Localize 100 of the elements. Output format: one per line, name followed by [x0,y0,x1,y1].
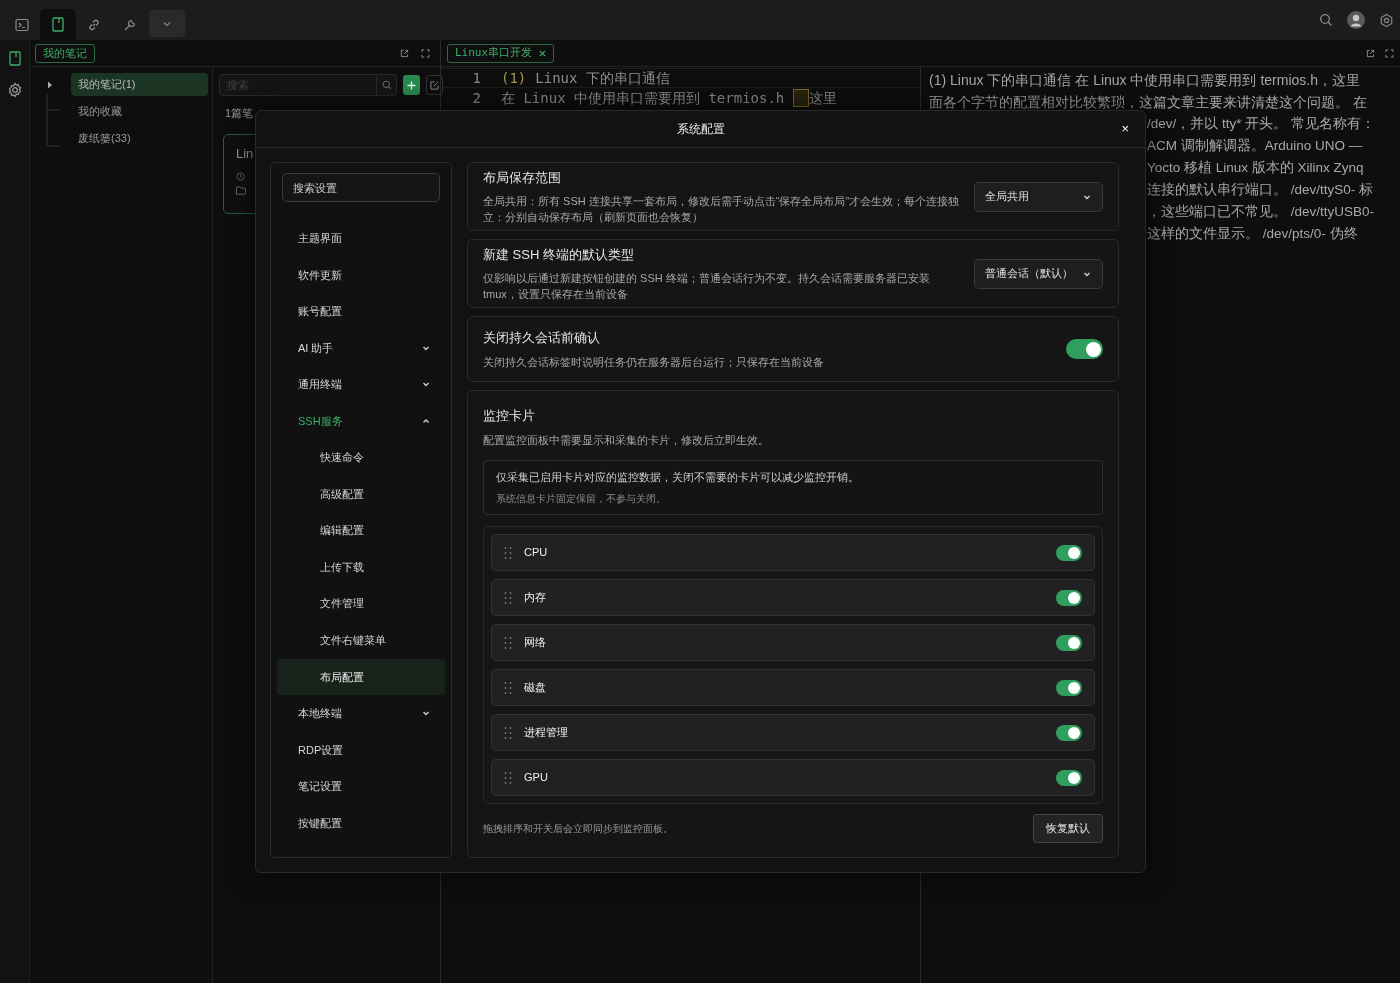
nav-subitem[interactable]: 文件管理 [277,585,445,622]
preview-text-line: /dev/，并以 tty* 开头。 常见名称有： [1147,115,1376,133]
drag-handle-icon[interactable] [504,726,512,739]
drag-handle-icon[interactable] [504,636,512,649]
card-label: GPU [524,770,549,786]
toggle-switch[interactable] [1056,769,1082,786]
dropdown-select[interactable]: 全局共用 [974,181,1103,212]
toggle-switch[interactable] [1056,589,1082,606]
monitor-card-row[interactable]: GPU [491,759,1095,796]
note-count: 1篇笔 [224,106,255,121]
line-number: 1 [471,68,482,88]
clock-icon [236,172,245,181]
drag-handle-icon[interactable] [504,546,512,559]
dropdown-select[interactable]: 普通会话（默认） [974,258,1103,289]
nav-subitem[interactable]: 高级配置 [277,475,445,513]
external-link-icon[interactable] [1366,48,1375,58]
nav-subitem[interactable]: 上传下载 [277,548,445,586]
nav-subitem[interactable]: 编辑配置 [277,512,445,549]
nav-item[interactable]: 按键配置 [277,804,445,842]
fullscreen-icon[interactable] [1385,48,1394,58]
card-label: 网络 [524,635,547,651]
expand-arrow-icon[interactable] [46,80,53,89]
code-line: 在 Linux 中使用串口需要用到 termios.h 这里 [501,88,838,109]
notice-text: 仅采集已启用卡片对应的监控数据，关闭不需要的卡片可以减少监控开销。 [496,469,860,485]
monitor-card-row[interactable]: 网络 [491,624,1095,661]
reset-button[interactable]: 恢复默认 [1033,814,1103,843]
monitor-card-row[interactable]: CPU [491,534,1095,571]
note-title: Lin [236,144,255,163]
edit-button[interactable] [426,75,443,95]
section-title: 布局保存范围 [483,168,562,187]
nav-item[interactable]: 笔记设置 [277,768,445,805]
code-line: (1) Linux 下的串口通信 [501,68,670,88]
preview-text-line: ACM 调制解调器。Arduino UNO — [1147,137,1363,155]
card-label: CPU [524,545,549,561]
close-button[interactable]: × [1121,122,1129,135]
nav-group[interactable]: SSH服务 [277,402,445,439]
toggle-switch[interactable] [1056,679,1082,696]
card-label: 进程管理 [524,725,569,741]
activity-tab[interactable] [40,9,76,40]
toggle-switch[interactable] [1056,634,1082,651]
document-tab[interactable]: Linux串口开发 [447,43,555,63]
notebook-icon [51,17,65,32]
preview-text-line: Yocto 移植 Linux 版本的 Xilinx Zynq [1147,159,1364,177]
panel-tab[interactable]: 我的笔记 [35,43,95,63]
nav-subitem[interactable]: 布局配置 [277,658,445,696]
monitor-card-row[interactable]: 磁盘 [491,669,1095,706]
search-icon[interactable] [1319,13,1333,27]
card-label: 磁盘 [524,680,547,696]
search-field[interactable]: 搜索设置 [282,173,440,202]
section-title: 监控卡片 [483,407,536,425]
terminal-icon [15,17,29,32]
avatar-icon[interactable] [1347,11,1365,29]
preview-text-line: 面各个字节的配置相对比较繁琐，这篇文章主要来讲清楚这个问题。 在 [929,93,1367,112]
external-link-icon[interactable] [400,48,409,58]
edit-icon [430,80,439,90]
preview-text-line: ，这些端口已不常见。 /dev/ttyUSB0- [1147,203,1375,221]
nav-group[interactable]: AI 助手 [277,329,445,366]
toggle-switch[interactable] [1066,339,1103,359]
nav-item[interactable]: 账号配置 [277,293,445,330]
fullscreen-icon[interactable] [421,48,430,58]
settings-icon [6,82,23,98]
drag-handle-icon[interactable] [504,681,512,694]
preview-text-line: (1) Linux 下的串口通信 在 Linux 中使用串口需要用到 termios.h，这里 [929,71,1360,90]
tree-item[interactable]: 废纸篓(33) [71,127,208,150]
section-title: 新建 SSH 终端的默认类型 [483,245,635,264]
line-number: 2 [471,88,482,108]
dialog-title: 系统配置 [676,121,725,138]
monitor-card-row[interactable]: 内存 [491,579,1095,616]
settings-icon[interactable] [1379,12,1394,28]
section-description: 全局共用：所有 SSH 连接共享一套布局，修改后需手动点击“保存全局布局”才会生效；每个连接独立：分别自动保存布局（刷新页面也会恢复） [483,194,961,226]
nav-item[interactable]: 主题界面 [277,220,445,257]
card-label: 内存 [524,590,547,606]
nav-subitem[interactable]: 快速命令 [277,439,445,476]
section-title: 关闭持久会话前确认 [483,329,601,348]
section-description: 仅影响以后通过新建按钮创建的 SSH 终端；普通会话行为不变。持久会话需要服务器已安装 tmux，设置只保存在当前设备 [483,271,931,303]
monitor-card-row[interactable]: 进程管理 [491,714,1095,751]
folder-icon [236,186,246,195]
close-icon[interactable] [539,49,547,57]
nav-subitem[interactable]: 文件右键菜单 [277,621,445,659]
preview-text-line: 连接的默认串行端口。 /dev/ttyS0- 标 [1147,181,1374,199]
link-icon [87,17,101,32]
notebook-icon [7,50,22,66]
drag-handle-icon[interactable] [504,771,512,784]
tree-item[interactable]: 我的笔记(1) [71,73,208,96]
nav-item[interactable]: RDP设置 [277,731,445,769]
section-description: 配置监控面板中需要显示和采集的卡片，修改后立即生效。 [483,432,770,448]
preview-text-line: 这样的文件显示。 /dev/pts/0- 伪终 [1147,225,1358,243]
search-button[interactable] [377,74,397,96]
notice-note: 系统信息卡片固定保留，不参与关闭。 [496,492,667,506]
tree-item[interactable]: 我的收藏 [71,100,208,123]
nav-group[interactable]: 本地终端 [277,695,445,732]
toggle-switch[interactable] [1056,724,1082,741]
nav-item[interactable]: 软件更新 [277,256,445,293]
toggle-switch[interactable] [1056,544,1082,561]
nav-group[interactable]: 通用终端 [277,366,445,403]
footer-hint: 拖拽排序和开关后会立即同步到监控面板。 [483,822,673,836]
plus-icon [407,80,416,90]
add-button[interactable] [403,75,420,95]
wrench-icon [123,17,137,32]
drag-handle-icon[interactable] [504,591,512,604]
